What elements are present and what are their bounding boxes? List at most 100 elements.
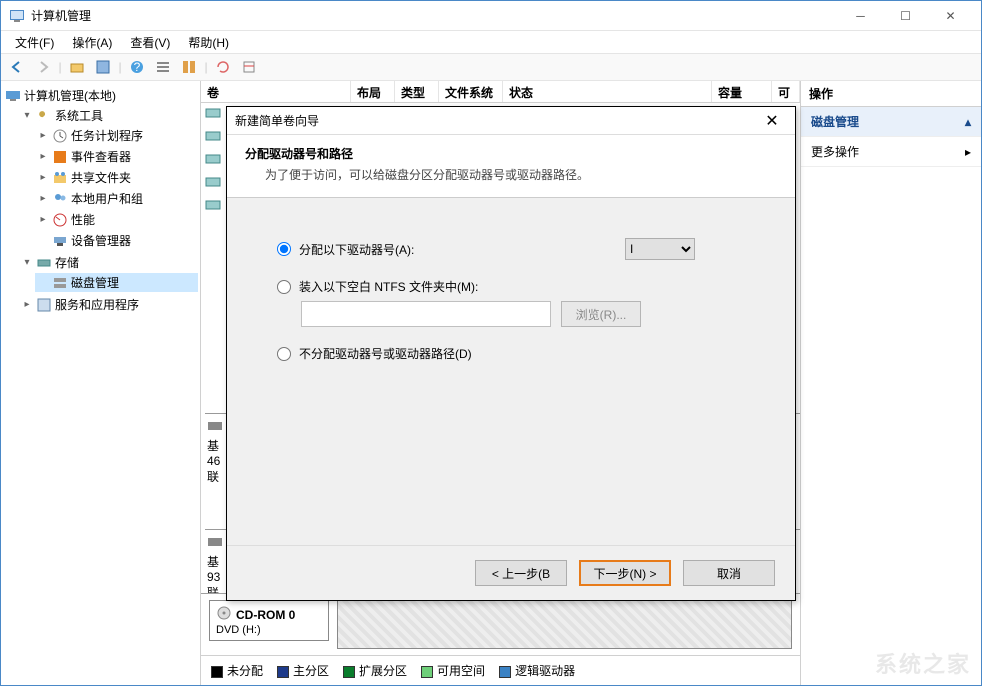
volume-icon (205, 105, 221, 124)
expand-icon[interactable]: ▸ (37, 172, 49, 183)
col-fs[interactable]: 文件系统 (439, 81, 503, 102)
disk-basic: 基 (207, 555, 219, 569)
disk-graphic-area: CD-ROM 0 DVD (H:) (201, 593, 800, 655)
collapse-icon[interactable]: ▾ (21, 257, 33, 268)
tree-label: 性能 (71, 211, 95, 228)
actions-label: 磁盘管理 (811, 113, 859, 130)
dialog-close-icon[interactable]: ✕ (757, 111, 787, 131)
disk-icon (207, 539, 223, 553)
settings-icon[interactable] (237, 56, 261, 78)
option-mount-folder[interactable]: 装入以下空白 NTFS 文件夹中(M): (277, 278, 755, 295)
disk-status: 联 (207, 470, 219, 484)
minimize-button[interactable]: ─ (838, 2, 883, 30)
menu-help[interactable]: 帮助(H) (180, 32, 237, 53)
volume-icon (205, 197, 221, 216)
tree-label: 计算机管理(本地) (24, 87, 116, 104)
actions-header: 操作 (801, 81, 981, 107)
dialog-buttons: < 上一步(B 下一步(N) > 取消 (227, 545, 795, 600)
close-button[interactable]: ✕ (928, 2, 973, 30)
expand-icon[interactable]: ▸ (37, 130, 49, 141)
expand-icon[interactable]: ▸ (21, 299, 33, 310)
help-icon[interactable]: ? (125, 56, 149, 78)
up-icon[interactable] (65, 56, 89, 78)
expand-icon[interactable]: ▸ (37, 193, 49, 204)
dialog-subheading: 为了便于访问，可以给磁盘分区分配驱动器号或驱动器路径。 (245, 166, 777, 183)
titlebar: 计算机管理 ─ ☐ ✕ (1, 1, 981, 31)
radio-assign-letter[interactable] (277, 242, 291, 256)
col-status[interactable]: 状态 (503, 81, 712, 102)
next-button[interactable]: 下一步(N) > (579, 560, 671, 586)
detail-icon[interactable] (177, 56, 201, 78)
option-label[interactable]: 分配以下驱动器号(A): (299, 241, 414, 258)
tree-label: 服务和应用程序 (55, 296, 139, 313)
chevron-up-icon: ▴ (965, 115, 971, 129)
share-icon (52, 170, 68, 186)
tree-services-apps[interactable]: ▸ 服务和应用程序 (19, 295, 198, 314)
cancel-button[interactable]: 取消 (683, 560, 775, 586)
legend-free: 可用空间 (421, 662, 485, 679)
dialog-heading: 分配驱动器号和路径 (245, 145, 777, 162)
actions-disk-mgmt[interactable]: 磁盘管理 ▴ (801, 107, 981, 137)
cdrom-block[interactable]: CD-ROM 0 DVD (H:) (209, 600, 329, 641)
separator: | (203, 56, 209, 78)
tree-label: 事件查看器 (71, 148, 131, 165)
properties-icon[interactable] (91, 56, 115, 78)
tree-label: 任务计划程序 (71, 127, 143, 144)
dialog-titlebar: 新建简单卷向导 ✕ (227, 107, 795, 135)
refresh-icon[interactable] (211, 56, 235, 78)
cdrom-partition-area[interactable] (337, 600, 792, 649)
tree-event-viewer[interactable]: ▸ 事件查看器 (35, 147, 198, 166)
tree-device-manager[interactable]: 设备管理器 (35, 231, 198, 250)
tree-system-tools[interactable]: ▾ 系统工具 (19, 106, 198, 125)
expand-icon[interactable]: ▸ (37, 151, 49, 162)
tree-shared-folders[interactable]: ▸共享文件夹 (35, 168, 198, 187)
radio-mount-folder[interactable] (277, 280, 291, 294)
option-label[interactable]: 装入以下空白 NTFS 文件夹中(M): (299, 278, 478, 295)
option-label[interactable]: 不分配驱动器号或驱动器路径(D) (299, 345, 472, 362)
new-volume-wizard-dialog: 新建简单卷向导 ✕ 分配驱动器号和路径 为了便于访问，可以给磁盘分区分配驱动器号… (226, 106, 796, 601)
list-icon[interactable] (151, 56, 175, 78)
navigation-tree[interactable]: 计算机管理(本地) ▾ 系统工具 ▸ 任务计划程序 ▸ 事件查看器 (1, 81, 201, 685)
menu-action[interactable]: 操作(A) (64, 32, 120, 53)
volume-grid-header: 卷 布局 类型 文件系统 状态 容量 可 (201, 81, 800, 103)
col-free[interactable]: 可 (772, 81, 800, 102)
col-capacity[interactable]: 容量 (712, 81, 772, 102)
expand-icon[interactable]: ▸ (37, 214, 49, 225)
back-button[interactable]: < 上一步(B (475, 560, 567, 586)
drive-letter-select[interactable]: I (625, 238, 695, 260)
legend: 未分配 主分区 扩展分区 可用空间 逻辑驱动器 (201, 655, 800, 685)
tree-local-users[interactable]: ▸本地用户和组 (35, 189, 198, 208)
actions-more[interactable]: 更多操作 ▸ (801, 137, 981, 167)
window-title: 计算机管理 (31, 7, 838, 24)
tree-label: 磁盘管理 (71, 274, 119, 291)
col-type[interactable]: 类型 (395, 81, 439, 102)
forward-icon[interactable] (31, 56, 55, 78)
tree-storage[interactable]: ▾ 存储 (19, 253, 198, 272)
volume-icon (205, 151, 221, 170)
legend-logical: 逻辑驱动器 (499, 662, 575, 679)
col-layout[interactable]: 布局 (351, 81, 395, 102)
tree-root[interactable]: 计算机管理(本地) (3, 86, 198, 105)
legend-extended: 扩展分区 (343, 662, 407, 679)
menu-view[interactable]: 查看(V) (122, 32, 178, 53)
tree-disk-management[interactable]: 磁盘管理 (35, 273, 198, 292)
tree-performance[interactable]: ▸ 性能 (35, 210, 198, 229)
tree-label: 设备管理器 (71, 232, 131, 249)
menu-file[interactable]: 文件(F) (7, 32, 62, 53)
back-icon[interactable] (5, 56, 29, 78)
radio-no-assign[interactable] (277, 347, 291, 361)
disk-basic: 基 (207, 439, 219, 453)
app-icon (9, 8, 25, 24)
disk-size: 93 (207, 570, 220, 584)
collapse-icon[interactable]: ▾ (21, 110, 33, 121)
disk-status: 联 (207, 586, 219, 593)
option-assign-letter[interactable]: 分配以下驱动器号(A): I (277, 238, 755, 260)
tree-task-scheduler[interactable]: ▸ 任务计划程序 (35, 126, 198, 145)
option-no-assign[interactable]: 不分配驱动器号或驱动器路径(D) (277, 345, 755, 362)
volume-icon (205, 128, 221, 147)
dialog-title: 新建简单卷向导 (235, 112, 757, 129)
mount-path-input (301, 301, 551, 327)
maximize-button[interactable]: ☐ (883, 2, 928, 30)
col-volume[interactable]: 卷 (201, 81, 351, 102)
disk-icon (52, 275, 68, 291)
